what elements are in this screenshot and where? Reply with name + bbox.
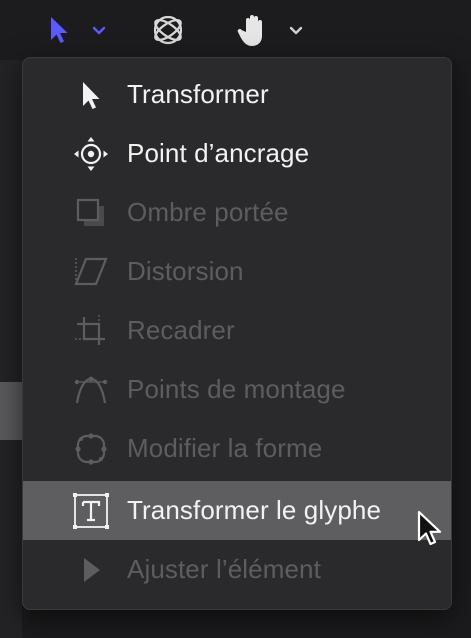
crop-icon	[71, 311, 111, 351]
arrow-pointer-icon	[48, 15, 70, 50]
mouse-cursor-icon	[416, 510, 446, 553]
background-selection	[0, 382, 22, 440]
hand-icon	[237, 12, 271, 53]
menu-item-label: Ajuster l’élément	[127, 554, 321, 584]
menu-item-point-d-ancrage[interactable]: Point d’ancrage	[23, 124, 451, 183]
edit-shape-icon	[71, 429, 111, 469]
orbit-tool-button[interactable]	[148, 10, 188, 54]
adjust-item-icon	[71, 550, 111, 590]
menu-item-recadrer[interactable]: Recadrer	[23, 301, 451, 360]
arrow-pointer-icon	[71, 75, 111, 115]
transform-glyph-icon	[71, 491, 111, 531]
menu-item-label: Modifier la forme	[127, 433, 323, 463]
menu-item-ajuster-l-element[interactable]: Ajuster l’élément	[23, 540, 451, 599]
menu-item-distorsion[interactable]: Distorsion	[23, 242, 451, 301]
chevron-down-icon	[92, 23, 106, 41]
menu-item-modifier-la-forme[interactable]: Modifier la forme	[23, 419, 451, 478]
edit-points-icon	[71, 370, 111, 410]
menu-item-label: Points de montage	[127, 374, 346, 404]
menu-item-label: Transformer	[127, 79, 269, 109]
background-panel	[0, 60, 22, 638]
tool-menu: Transformer Point d’ancrage Ombre portée	[22, 57, 452, 610]
3d-orbit-icon	[149, 11, 187, 54]
menu-item-ombre-portee[interactable]: Ombre portée	[23, 183, 451, 242]
menu-item-label: Transformer le glyphe	[127, 495, 382, 525]
menu-item-transformer[interactable]: Transformer	[23, 65, 451, 124]
drop-shadow-icon	[71, 193, 111, 233]
menu-item-label: Point d’ancrage	[127, 138, 310, 168]
menu-item-label: Ombre portée	[127, 197, 289, 227]
pan-tool-menu-button[interactable]	[285, 10, 307, 54]
toolbar	[0, 0, 471, 60]
menu-item-label: Recadrer	[127, 315, 235, 345]
select-tool-menu-button[interactable]	[88, 10, 110, 54]
anchor-point-icon	[71, 134, 111, 174]
pan-tool-button[interactable]	[236, 10, 272, 54]
menu-item-transformer-le-glyphe[interactable]: Transformer le glyphe	[23, 481, 451, 540]
menu-item-points-de-montage[interactable]: Points de montage	[23, 360, 451, 419]
menu-item-label: Distorsion	[127, 256, 244, 286]
select-tool-button[interactable]	[44, 10, 74, 54]
chevron-down-icon	[289, 23, 303, 41]
distort-icon	[71, 252, 111, 292]
